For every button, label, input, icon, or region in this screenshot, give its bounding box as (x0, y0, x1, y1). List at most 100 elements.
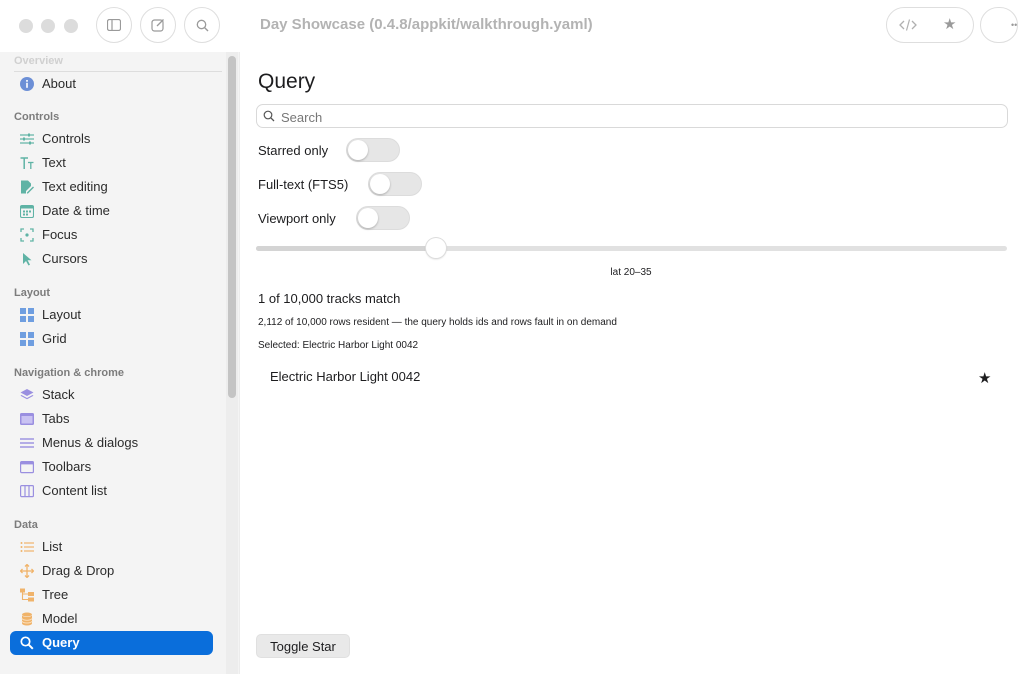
text-size-icon (20, 157, 34, 169)
sidebar-item-text[interactable]: Text (10, 151, 213, 175)
sidebar-item-tree[interactable]: Tree (10, 583, 213, 607)
toggle-label-starred: Starred only (258, 143, 329, 158)
sidebar-item-label: Tabs (42, 411, 70, 426)
focus-icon (20, 228, 34, 242)
viewport-only-toggle[interactable] (356, 206, 410, 230)
grid-icon (20, 308, 34, 322)
slider-fill (256, 246, 437, 251)
search-field[interactable] (256, 104, 1008, 128)
star-icon[interactable]: ★ (943, 15, 956, 33)
window-title: Day Showcase (0.4.8/appkit/walkthrough.y… (260, 16, 593, 33)
zoom-window-button[interactable] (64, 19, 78, 33)
database-icon (21, 612, 33, 626)
sidebar-section-controls: Controls (14, 111, 60, 123)
slider-knob[interactable] (426, 238, 447, 258)
edit-doc-icon (21, 180, 34, 194)
sidebar-item-label: List (42, 539, 63, 554)
move-icon (20, 564, 34, 578)
sidebar-item-label: Date & time (42, 203, 110, 218)
sidebar-item-label: Focus (42, 227, 78, 242)
sidebar-item-about[interactable]: About (10, 72, 213, 96)
sidebar-scrollbar-thumb[interactable] (228, 56, 236, 398)
toolbar-action-group: ★ (886, 7, 974, 43)
list-item[interactable]: Electric Harbor Light 0042 ★ (256, 364, 1006, 392)
magnifier-icon (20, 636, 34, 650)
tabs-icon (20, 413, 34, 425)
stack-icon (20, 389, 34, 400)
toggle-knob (348, 140, 368, 160)
sidebar: Overview About Controls Controls Text Te… (0, 52, 240, 674)
menu-icon (20, 438, 34, 448)
sidebar-item-label: Menus & dialogs (42, 435, 139, 450)
sidebar-item-label: Controls (42, 131, 91, 146)
latitude-slider[interactable] (256, 238, 1007, 258)
sidebar-section-data: Data (14, 519, 38, 531)
toggle-label-viewport: Viewport only (258, 211, 336, 226)
sidebar-item-drag-drop[interactable]: Drag & Drop (10, 559, 213, 583)
ellipsis-icon: ••• (1011, 20, 1018, 30)
sidebar-item-label: About (42, 76, 76, 91)
close-window-button[interactable] (19, 19, 33, 33)
sidebar-item-label: Query (42, 635, 80, 650)
full-text-toggle[interactable] (368, 172, 422, 196)
sidebar-item-label: Grid (42, 331, 67, 346)
page-title: Query (258, 70, 316, 93)
sidebar-item-query[interactable]: Query (10, 631, 213, 655)
sidebar-item-label: Toolbars (42, 459, 92, 474)
sidebar-item-label: Text editing (42, 179, 108, 194)
toggle-label-fulltext: Full-text (FTS5) (258, 177, 349, 192)
toggle-knob (370, 174, 390, 194)
resident-status: 2,112 of 10,000 rows resident — the quer… (258, 317, 617, 328)
selection-status: Selected: Electric Harbor Light 0042 (258, 340, 419, 351)
search-icon (196, 19, 208, 31)
sidebar-item-label: Drag & Drop (42, 563, 115, 578)
search-icon (263, 110, 275, 122)
starred-only-toggle[interactable] (346, 138, 400, 162)
list-icon (20, 542, 34, 552)
sidebar-item-label: Text (42, 155, 66, 170)
sidebar-item-tabs[interactable]: Tabs (10, 407, 213, 431)
tree-icon (20, 588, 34, 602)
sidebar-item-toolbars[interactable]: Toolbars (10, 455, 213, 479)
calendar-icon (20, 204, 34, 218)
sidebar-item-label: Stack (42, 387, 75, 402)
sidebar-item-content-list[interactable]: Content list (10, 479, 213, 503)
sidebar-section-navigation: Navigation & chrome (14, 367, 125, 379)
search-input[interactable] (279, 107, 983, 127)
slider-value-label: lat 20–35 (610, 267, 652, 278)
sidebar-icon (107, 19, 121, 31)
sidebar-item-controls[interactable]: Controls (10, 127, 213, 151)
toggle-knob (358, 208, 378, 228)
title-bar: Day Showcase (0.4.8/appkit/walkthrough.y… (0, 0, 1024, 52)
sidebar-item-text-editing[interactable]: Text editing (10, 175, 213, 199)
sidebar-item-grid[interactable]: Grid (10, 327, 213, 351)
sidebar-item-stack[interactable]: Stack (10, 383, 213, 407)
star-icon: ★ (978, 370, 992, 387)
compose-icon (151, 19, 164, 32)
sidebar-section-overview: Overview (14, 55, 63, 67)
toggle-star-button[interactable]: Toggle Star (256, 634, 350, 658)
info-icon (20, 77, 34, 91)
sidebar-item-menus-dialogs[interactable]: Menus & dialogs (10, 431, 213, 455)
minimize-window-button[interactable] (41, 19, 55, 33)
sidebar-item-layout[interactable]: Layout (10, 303, 213, 327)
sidebar-item-model[interactable]: Model (10, 607, 213, 631)
sidebar-item-label: Cursors (42, 251, 88, 266)
code-icon[interactable] (899, 17, 917, 33)
sidebar-toggle-button[interactable] (96, 7, 132, 43)
grid-icon (20, 332, 34, 346)
sliders-icon (20, 133, 34, 145)
cursor-icon (23, 253, 32, 266)
window-icon (20, 461, 34, 474)
sidebar-item-date-time[interactable]: Date & time (10, 199, 213, 223)
sidebar-item-list[interactable]: List (10, 535, 213, 559)
compose-button[interactable] (140, 7, 176, 43)
match-count: 1 of 10,000 tracks match (258, 291, 401, 306)
sidebar-item-focus[interactable]: Focus (10, 223, 213, 247)
toolbar-search-button[interactable] (184, 7, 220, 43)
sidebar-item-label: Layout (42, 307, 82, 322)
sidebar-item-cursors[interactable]: Cursors (10, 247, 213, 271)
more-button[interactable]: ••• (980, 7, 1018, 43)
sidebar-item-label: Model (42, 611, 78, 626)
track-name: Electric Harbor Light 0042 (270, 369, 421, 384)
